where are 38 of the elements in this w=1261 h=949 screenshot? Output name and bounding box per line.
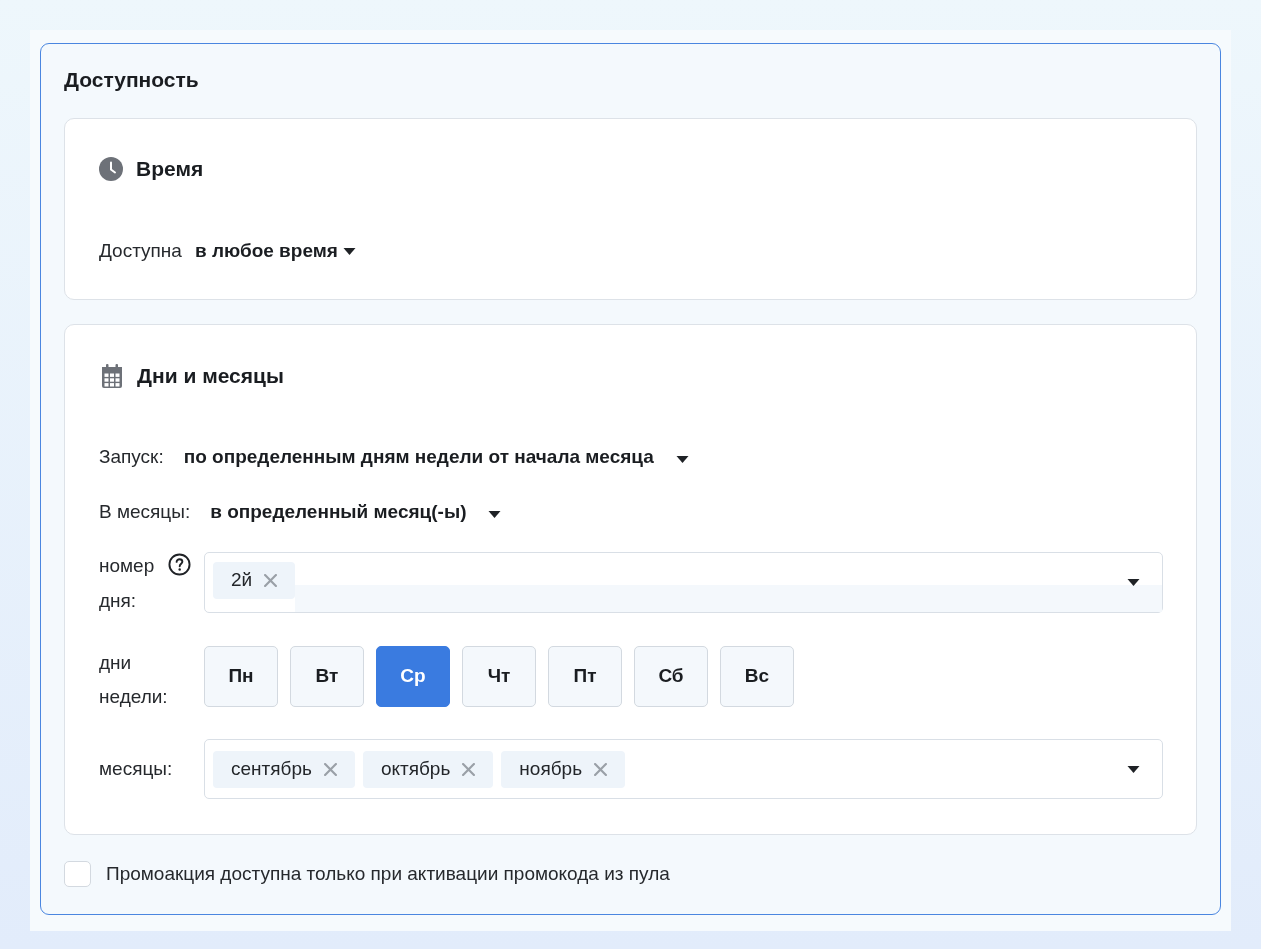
clock-icon — [99, 157, 123, 181]
calendar-icon — [102, 364, 122, 388]
weekday-button[interactable]: Чт — [462, 646, 536, 707]
checkbox-label: Промоакция доступна только при активации промокода из пула — [106, 861, 670, 886]
checkbox[interactable] — [64, 861, 91, 887]
field-label: номер дня: — [99, 555, 155, 611]
caret-icon — [488, 510, 502, 518]
weekday-button[interactable]: Сб — [634, 646, 708, 707]
day-number-select[interactable]: 2й — [204, 552, 1163, 613]
caret-icon — [1127, 765, 1140, 773]
setting-label: Запуск: — [99, 444, 164, 469]
help-icon[interactable] — [168, 553, 191, 576]
tag-text: 2й — [231, 568, 253, 593]
weekday-button[interactable]: Пн — [204, 646, 278, 707]
section-title: Дни и месяцы — [137, 363, 284, 390]
remove-icon[interactable] — [323, 762, 337, 776]
setting-dropdown[interactable]: по определенным дням недели от начала месяца — [183, 442, 689, 472]
setting-label: В месяцы: — [99, 499, 191, 524]
section-title: Время — [136, 156, 204, 183]
field-label: месяцы: — [99, 757, 173, 779]
tag-text: ноябрь — [519, 756, 583, 781]
weekday-button[interactable]: Вт — [290, 646, 364, 707]
remove-icon[interactable] — [264, 574, 278, 587]
time-dropdown[interactable]: в любое время — [194, 236, 356, 266]
field-label: дни недели: — [99, 652, 168, 707]
weekday-button[interactable]: Пт — [548, 646, 622, 707]
panel-title: Доступность — [64, 67, 200, 93]
caret-icon — [342, 247, 356, 255]
weekday-button[interactable]: Ср — [376, 646, 450, 707]
remove-icon[interactable] — [594, 762, 608, 776]
remove-icon[interactable] — [462, 762, 476, 776]
tag-text: октябрь — [380, 756, 451, 781]
setting-label: Доступна — [99, 238, 182, 263]
caret-icon — [675, 455, 689, 463]
weekday-button[interactable]: Вс — [720, 646, 794, 707]
setting-dropdown[interactable]: в определенный месяц(-ы) — [210, 497, 502, 527]
tag-text: сентябрь — [231, 756, 312, 781]
months-select[interactable]: сентябрь октябрь ноябрь — [204, 739, 1163, 799]
